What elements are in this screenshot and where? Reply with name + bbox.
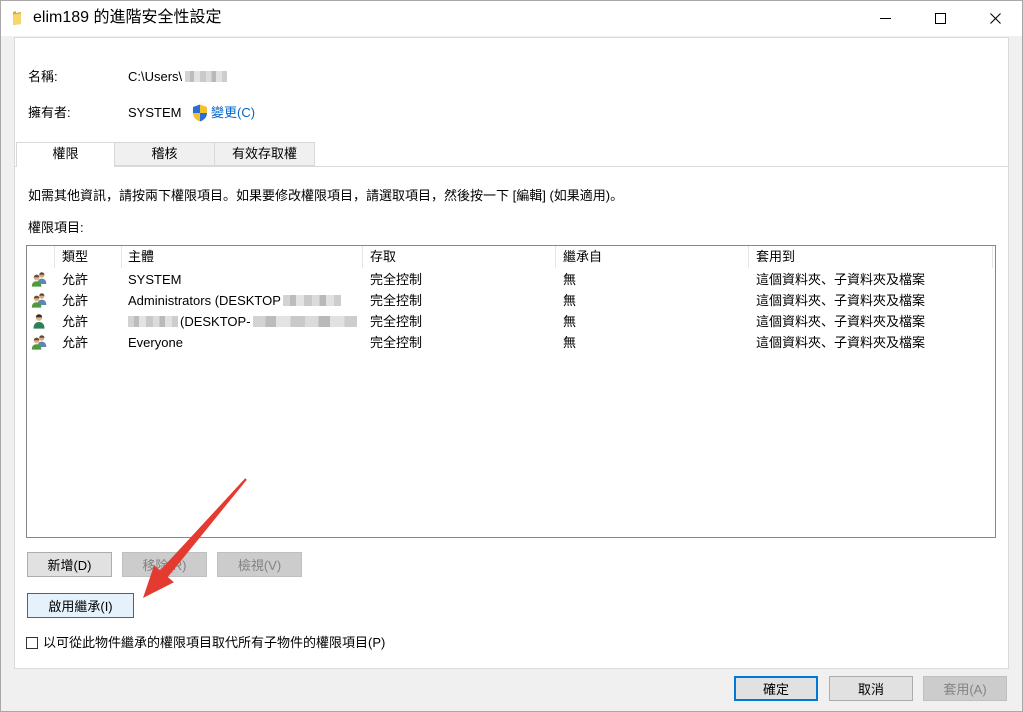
enable-inheritance-button[interactable]: 啟用繼承(I) — [27, 593, 134, 618]
column-header-inherited-from[interactable]: 繼承自 — [556, 246, 749, 268]
view-button: 檢視(V) — [217, 552, 302, 577]
tab-auditing[interactable]: 稽核 — [114, 142, 215, 166]
principal-text: Administrators (DESKTOP — [128, 293, 281, 308]
minimize-icon — [880, 17, 891, 19]
folder-icon — [13, 11, 21, 25]
remove-button: 移除(R) — [122, 552, 207, 577]
owner-value: SYSTEM — [128, 105, 182, 120]
table-row[interactable]: 允許 (DESKTOP- 完全控制 無 這個資料夾、子資料夾及檔案 — [27, 311, 995, 332]
inherited-from-cell: 無 — [563, 314, 577, 329]
path-text: C:\Users\ — [128, 69, 183, 84]
permission-entries-label: 權限項目: — [28, 220, 84, 235]
column-header-access[interactable]: 存取 — [363, 246, 556, 268]
column-header-principal[interactable]: 主體 — [122, 246, 363, 268]
principal-cell: Everyone — [128, 335, 183, 350]
redacted-text — [282, 295, 341, 306]
type-cell: 允許 — [62, 314, 89, 329]
access-cell: 完全控制 — [370, 272, 423, 287]
inherited-from-cell: 無 — [563, 335, 577, 350]
maximize-button[interactable] — [913, 0, 968, 36]
principal-text: (DESKTOP- — [180, 314, 251, 329]
minimize-button[interactable] — [858, 0, 913, 36]
type-cell: 允許 — [62, 272, 89, 287]
principal-cell: Administrators (DESKTOP — [128, 290, 360, 311]
inherited-from-cell: 無 — [563, 293, 577, 308]
group-icon — [31, 272, 47, 287]
access-cell: 完全控制 — [370, 293, 423, 308]
column-header-applies-to[interactable]: 套用到 — [749, 246, 993, 268]
user-icon — [33, 314, 45, 329]
title-bar[interactable]: elim189 的進階安全性設定 — [0, 0, 1023, 36]
cancel-button[interactable]: 取消 — [829, 676, 913, 701]
replace-child-permissions-label[interactable]: 以可從此物件繼承的權限項目取代所有子物件的權限項目(P) — [43, 634, 385, 652]
name-label: 名稱: — [28, 69, 58, 84]
maximize-icon — [935, 12, 946, 24]
principal-cell: (DESKTOP- — [128, 311, 360, 332]
advanced-security-settings-dialog: elim189 的進階安全性設定 名稱: C:\Users\ 擁有者: SYST… — [0, 0, 1023, 712]
column-header-type[interactable]: 類型 — [55, 246, 122, 268]
column-header-icon[interactable] — [27, 246, 55, 268]
table-row[interactable]: 允許 Administrators (DESKTOP 完全控制 無 這個資料夾、… — [27, 290, 995, 311]
close-icon — [990, 12, 1001, 24]
instructions-text: 如需其他資訊，請按兩下權限項目。如果要修改權限項目，請選取項目，然後按一下 [編… — [28, 188, 624, 203]
principal-cell: SYSTEM — [128, 272, 182, 287]
table-row[interactable]: 允許 SYSTEM 完全控制 無 這個資料夾、子資料夾及檔案 — [27, 269, 995, 290]
inherited-from-cell: 無 — [563, 272, 577, 287]
redacted-text — [252, 316, 357, 327]
ok-button[interactable]: 確定 — [734, 676, 818, 701]
uac-shield-icon — [193, 104, 207, 122]
name-value: C:\Users\ — [128, 68, 228, 86]
apply-button: 套用(A) — [923, 676, 1007, 701]
type-cell: 允許 — [62, 293, 89, 308]
add-button[interactable]: 新增(D) — [27, 552, 112, 577]
group-icon — [31, 293, 47, 308]
access-cell: 完全控制 — [370, 314, 423, 329]
tab-effective-access[interactable]: 有效存取權 — [214, 142, 315, 166]
applies-to-cell: 這個資料夾、子資料夾及檔案 — [756, 272, 926, 287]
tab-divider — [15, 166, 1008, 167]
group-icon — [31, 335, 47, 350]
access-cell: 完全控制 — [370, 335, 423, 350]
applies-to-cell: 這個資料夾、子資料夾及檔案 — [756, 314, 926, 329]
close-button[interactable] — [968, 0, 1023, 36]
redacted-text — [185, 71, 228, 82]
replace-child-permissions-checkbox[interactable] — [26, 637, 38, 649]
tab-permissions[interactable]: 權限 — [16, 142, 115, 167]
applies-to-cell: 這個資料夾、子資料夾及檔案 — [756, 335, 926, 350]
table-row[interactable]: 允許 Everyone 完全控制 無 這個資料夾、子資料夾及檔案 — [27, 332, 995, 353]
permission-entries-list[interactable]: 類型 主體 存取 繼承自 套用到 允許 SYSTEM 完全控制 無 這個資料夾、… — [26, 245, 996, 538]
change-owner-link[interactable]: 變更(C) — [211, 104, 255, 122]
redacted-text — [128, 316, 178, 327]
type-cell: 允許 — [62, 335, 89, 350]
window-title: elim189 的進階安全性設定 — [33, 9, 222, 26]
owner-label: 擁有者: — [28, 105, 71, 120]
applies-to-cell: 這個資料夾、子資料夾及檔案 — [756, 293, 926, 308]
